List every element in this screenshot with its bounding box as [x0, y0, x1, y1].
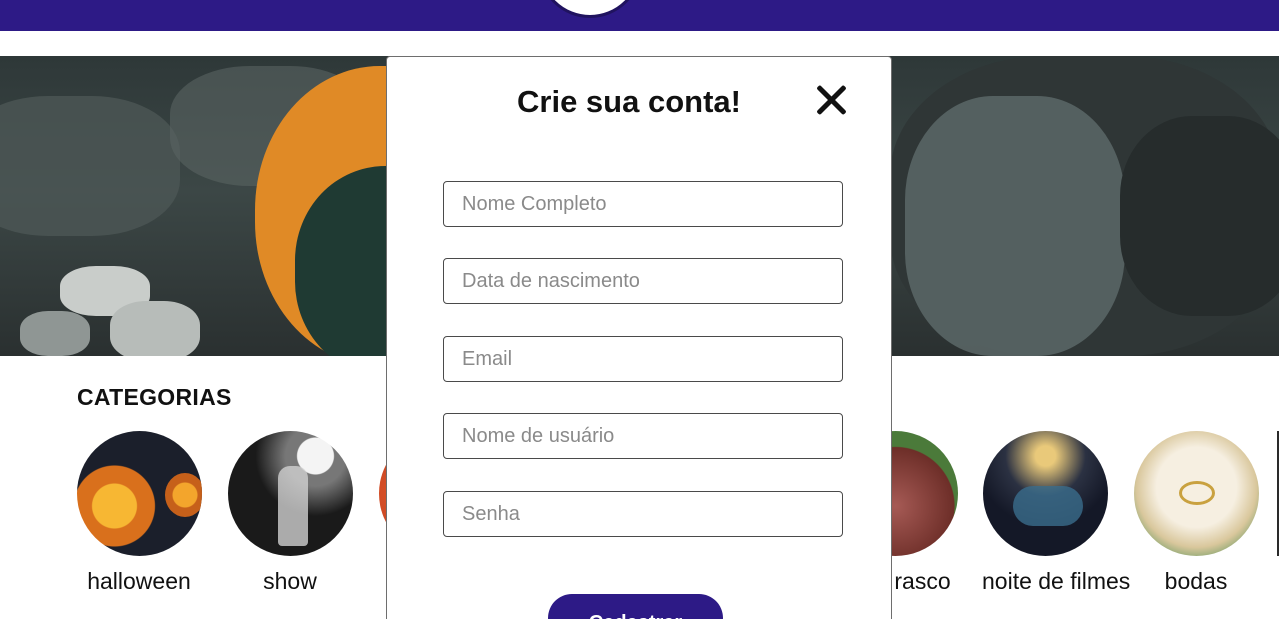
category-label: noite de filmes — [982, 568, 1131, 594]
full-name-input[interactable] — [443, 181, 843, 227]
category-label: halloween — [87, 568, 191, 594]
top-nav-bar — [0, 0, 1279, 31]
logo[interactable] — [538, 0, 642, 18]
register-button[interactable]: Cadastrar — [548, 594, 723, 619]
category-image — [1133, 431, 1259, 556]
username-input[interactable] — [443, 413, 843, 459]
category-image — [76, 431, 202, 556]
signup-modal: Crie sua conta! Cadastrar — [386, 56, 892, 619]
hero-rock — [20, 311, 90, 356]
password-input[interactable] — [443, 491, 843, 537]
categories-title: CATEGORIAS — [77, 384, 232, 410]
hero-rock — [0, 96, 180, 236]
category-noite-de-filmes[interactable]: noite de filmes — [982, 431, 1131, 595]
category-label: show — [263, 568, 317, 594]
birthdate-input[interactable] — [443, 258, 843, 304]
email-input[interactable] — [443, 336, 843, 382]
category-label: bodas — [1164, 568, 1228, 594]
modal-title: Crie sua conta! — [517, 84, 741, 119]
hero-rock — [1120, 116, 1279, 316]
hero-rock — [905, 96, 1125, 356]
category-image — [982, 431, 1108, 556]
category-show[interactable]: show — [227, 431, 353, 595]
category-bodas[interactable]: bodas — [1133, 431, 1259, 595]
category-image — [227, 431, 353, 556]
close-icon[interactable] — [813, 81, 849, 117]
hero-rock — [110, 301, 200, 356]
category-halloween[interactable]: halloween — [76, 431, 202, 595]
